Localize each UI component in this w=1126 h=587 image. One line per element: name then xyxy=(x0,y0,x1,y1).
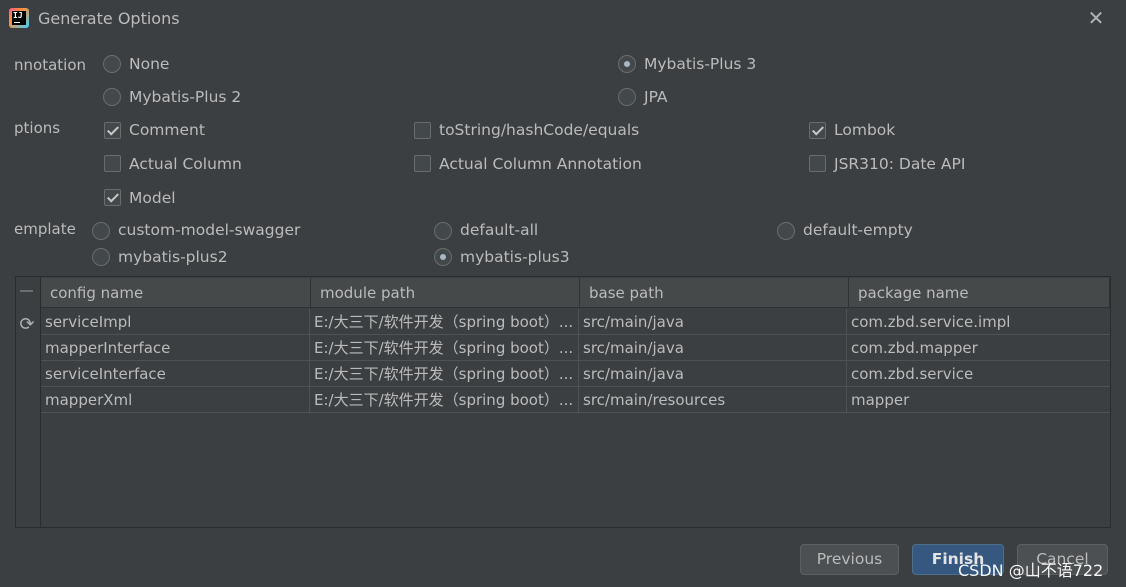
template-mybatis-plus3-label: mybatis-plus3 xyxy=(460,248,570,266)
table-row[interactable]: serviceImpl E:/大三下/软件开发（spring boot）... … xyxy=(41,309,1110,335)
actual-column-checkbox[interactable] xyxy=(104,155,121,172)
annotation-label: nnotation xyxy=(14,56,86,74)
annotation-jpa-label: JPA xyxy=(644,88,668,106)
options-label: ptions xyxy=(14,119,61,137)
previous-button[interactable]: Previous xyxy=(800,544,899,575)
actual-column-label: Actual Column xyxy=(129,155,242,173)
app-icon-text: IJ xyxy=(13,11,23,20)
annotation-jpa-radio[interactable] xyxy=(618,88,636,106)
template-mybatis-plus3-radio[interactable] xyxy=(434,248,452,266)
cell-package-name[interactable]: com.zbd.service.impl xyxy=(847,309,1110,335)
tostring-hashcode-equals-label: toString/hashCode/equals xyxy=(439,121,640,139)
cell-config-name[interactable]: serviceInterface xyxy=(41,361,310,387)
csdn-watermark: CSDN @山不语722 xyxy=(958,561,1104,580)
annotation-none-radio[interactable] xyxy=(103,55,121,73)
cell-package-name[interactable]: mapper xyxy=(847,387,1110,413)
comment-checkbox[interactable] xyxy=(104,122,121,139)
annotation-mybatis-plus3-label: Mybatis-Plus 3 xyxy=(644,55,757,73)
column-header-config-name[interactable]: config name xyxy=(41,278,311,308)
tostring-hashcode-equals-checkbox[interactable] xyxy=(414,122,431,139)
template-default-empty-label: default-empty xyxy=(803,221,913,239)
cell-package-name[interactable]: com.zbd.service xyxy=(847,361,1110,387)
model-checkbox[interactable] xyxy=(104,189,121,206)
template-custom-model-swagger-label: custom-model-swagger xyxy=(118,221,301,239)
annotation-mybatis-plus2-radio[interactable] xyxy=(103,88,121,106)
minus-icon[interactable] xyxy=(20,290,33,292)
template-label: emplate xyxy=(14,220,76,238)
model-label: Model xyxy=(129,189,176,207)
annotation-mybatis-plus2-label: Mybatis-Plus 2 xyxy=(129,88,242,106)
template-default-all-radio[interactable] xyxy=(434,222,452,240)
cell-base-path[interactable]: src/main/java xyxy=(579,309,847,335)
actual-column-annotation-checkbox[interactable] xyxy=(414,155,431,172)
template-mybatis-plus2-radio[interactable] xyxy=(92,248,110,266)
cell-base-path[interactable]: src/main/java xyxy=(579,361,847,387)
dialog-title: Generate Options xyxy=(38,9,180,28)
actual-column-annotation-label: Actual Column Annotation xyxy=(439,155,642,173)
cell-config-name[interactable]: mapperInterface xyxy=(41,335,310,361)
cell-module-path[interactable]: E:/大三下/软件开发（spring boot）... xyxy=(310,335,579,361)
annotation-none-label: None xyxy=(129,55,170,73)
intellij-idea-icon: IJ xyxy=(9,8,29,28)
table-toolbar: ⟳ xyxy=(15,277,41,527)
column-header-package-name[interactable]: package name xyxy=(849,278,1110,308)
comment-label: Comment xyxy=(129,121,205,139)
table-row[interactable]: mapperInterface E:/大三下/软件开发（spring boot）… xyxy=(41,335,1110,361)
cell-config-name[interactable]: serviceImpl xyxy=(41,309,310,335)
template-default-all-label: default-all xyxy=(460,221,539,239)
cell-config-name[interactable]: mapperXml xyxy=(41,387,310,413)
cell-module-path[interactable]: E:/大三下/软件开发（spring boot）... xyxy=(310,361,579,387)
cell-base-path[interactable]: src/main/resources xyxy=(579,387,847,413)
cell-module-path[interactable]: E:/大三下/软件开发（spring boot）... xyxy=(310,387,579,413)
jsr310-date-api-checkbox[interactable] xyxy=(809,155,826,172)
cell-base-path[interactable]: src/main/java xyxy=(579,335,847,361)
annotation-mybatis-plus3-radio[interactable] xyxy=(618,55,636,73)
jsr310-date-api-label: JSR310: Date API xyxy=(834,155,966,173)
lombok-label: Lombok xyxy=(834,121,896,139)
column-header-base-path[interactable]: base path xyxy=(580,278,849,308)
refresh-icon[interactable]: ⟳ xyxy=(17,315,37,335)
template-custom-model-swagger-radio[interactable] xyxy=(92,222,110,240)
close-icon[interactable]: ✕ xyxy=(1083,6,1109,30)
column-header-module-path[interactable]: module path xyxy=(311,278,580,308)
template-mybatis-plus2-label: mybatis-plus2 xyxy=(118,248,228,266)
cell-module-path[interactable]: E:/大三下/软件开发（spring boot）... xyxy=(310,309,579,335)
cell-package-name[interactable]: com.zbd.mapper xyxy=(847,335,1110,361)
table-row[interactable]: serviceInterface E:/大三下/软件开发（spring boot… xyxy=(41,361,1110,387)
table-row[interactable]: mapperXml E:/大三下/软件开发（spring boot）... sr… xyxy=(41,387,1110,413)
lombok-checkbox[interactable] xyxy=(809,122,826,139)
template-default-empty-radio[interactable] xyxy=(777,222,795,240)
